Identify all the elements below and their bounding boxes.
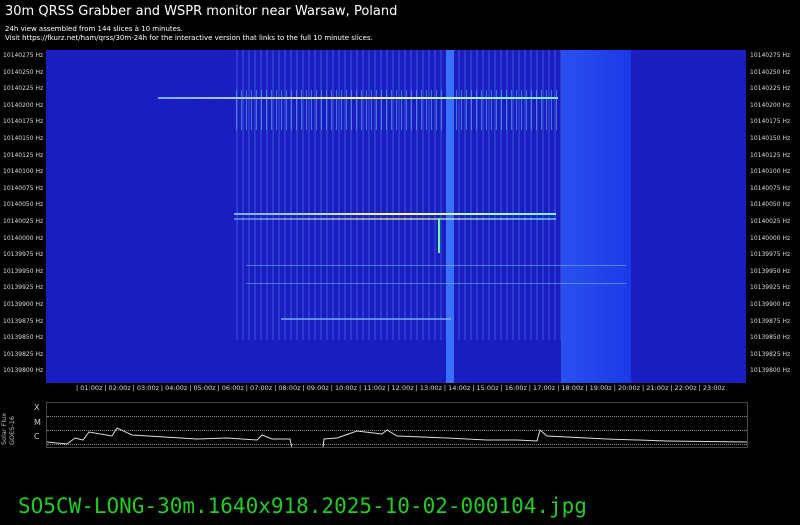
signal-activity-band: [236, 90, 566, 130]
signal-trace: [281, 318, 451, 320]
frequency-label-right: 10140125 Hz: [750, 151, 791, 159]
frequency-label-left: 10140000 Hz: [3, 234, 44, 242]
frequency-label-right: 10139825 Hz: [750, 350, 791, 358]
solar-flux-line: [47, 427, 747, 447]
time-label: | 10:00z: [330, 384, 358, 392]
frequency-label-right: 10139875 Hz: [750, 317, 791, 325]
time-label: | 20:00z: [613, 384, 641, 392]
noise-band: [561, 50, 631, 383]
time-label: | 15:00z: [472, 384, 499, 392]
signal-trace: [234, 218, 556, 220]
time-label: | 22:00z: [670, 384, 697, 392]
time-label: | 04:00z: [160, 384, 188, 392]
frequency-label-right: 10140225 Hz: [750, 85, 791, 93]
frequency-label-right: 10140050 Hz: [750, 201, 791, 209]
frequency-label-right: 10140075 Hz: [750, 184, 791, 192]
frequency-label-right: 10139925 Hz: [750, 284, 791, 292]
frequency-label-right: 10140000 Hz: [750, 234, 791, 242]
waterfall-spectrogram: [46, 50, 746, 383]
frequency-label-left: 10140050 Hz: [3, 201, 44, 209]
frequency-label-left: 10140150 Hz: [3, 135, 44, 142]
time-label: | 18:00z: [557, 384, 584, 392]
frequency-label-left: 10139975 Hz: [3, 251, 44, 259]
frequency-label-left: 10140275 Hz: [3, 52, 44, 59]
frequency-label-left: 10139850 Hz: [3, 334, 44, 342]
time-label: | 11:00z: [359, 384, 386, 392]
subtitle-slices: 24h view assembled from 144 slices à 10 …: [5, 25, 183, 33]
page-title: 30m QRSS Grabber and WSPR monitor near W…: [5, 4, 398, 19]
frequency-label-left: 10139800 Hz: [3, 367, 44, 375]
time-label: | 13:00z: [415, 384, 442, 392]
frequency-label-right: 10139900 Hz: [750, 301, 791, 308]
frequency-label-left: 10140025 Hz: [3, 218, 44, 225]
frequency-label-left: 10140250 Hz: [3, 68, 44, 76]
frequency-label-right: 10139975 Hz: [750, 251, 791, 259]
frequency-label-right: 10140100 Hz: [750, 168, 791, 176]
flux-level-c: C: [34, 432, 40, 441]
frequency-label-right: 10140250 Hz: [750, 68, 791, 76]
time-label: | 17:00z: [528, 384, 556, 392]
flux-level-x: X: [34, 403, 40, 412]
frequency-label-left: 10139950 Hz: [3, 267, 44, 275]
frequency-label-right: 10139950 Hz: [750, 267, 791, 275]
time-label: | 23:00z: [698, 384, 725, 392]
frequency-label-left: 10140175 Hz: [3, 118, 44, 126]
signal-trace: [438, 218, 440, 253]
solar-flux-chart: [46, 402, 748, 448]
frequency-label-left: 10140075 Hz: [3, 184, 44, 192]
solar-flux-label: Solar Flux GOES-16: [0, 412, 16, 445]
signal-trace: [246, 283, 626, 284]
frequency-label-left: 10140200 Hz: [3, 101, 44, 109]
image-filename: SO5CW-LONG-30m.1640x918.2025-10-02-00010…: [18, 494, 587, 518]
frequency-label-left: 10139900 Hz: [3, 301, 44, 308]
frequency-label-right: 10140275 Hz: [750, 52, 791, 59]
frequency-label-left: 10139825 Hz: [3, 350, 44, 358]
signal-trace: [158, 97, 558, 99]
frequency-label-right: 10140150 Hz: [750, 135, 791, 142]
frequency-label-right: 10140175 Hz: [750, 118, 791, 126]
time-label: | 19:00z: [585, 384, 612, 392]
flux-level-m: M: [34, 418, 41, 427]
frequency-label-right: 10140025 Hz: [750, 218, 791, 225]
time-label: | 14:00z: [443, 384, 471, 392]
time-label: | 02:00z: [104, 384, 131, 392]
time-label: | 09:00z: [302, 384, 329, 392]
frequency-label-right: 10140200 Hz: [750, 101, 791, 109]
time-label: | 01:00z: [76, 384, 103, 392]
time-label: | 03:00z: [132, 384, 159, 392]
frequency-label-left: 10140100 Hz: [3, 168, 44, 176]
time-label: | 06:00z: [217, 384, 244, 392]
time-label: | 08:00z: [274, 384, 301, 392]
time-label: | 16:00z: [500, 384, 527, 392]
signal-trace: [246, 265, 626, 266]
noise-band: [446, 50, 454, 383]
frequency-label-left: 10140125 Hz: [3, 151, 44, 159]
time-label: | 21:00z: [642, 384, 669, 392]
frequency-label-left: 10139925 Hz: [3, 284, 44, 292]
signal-trace: [234, 213, 556, 215]
time-label: | 07:00z: [245, 384, 273, 392]
frequency-label-left: 10139875 Hz: [3, 317, 44, 325]
time-label: | 05:00z: [189, 384, 216, 392]
frequency-label-right: 10139800 Hz: [750, 367, 791, 375]
frequency-label-right: 10139850 Hz: [750, 334, 791, 342]
time-label: | 12:00z: [387, 384, 414, 392]
frequency-label-left: 10140225 Hz: [3, 85, 44, 93]
subtitle-link: Visit https://fkurz.net/ham/qrss/30m-24h…: [5, 34, 373, 42]
